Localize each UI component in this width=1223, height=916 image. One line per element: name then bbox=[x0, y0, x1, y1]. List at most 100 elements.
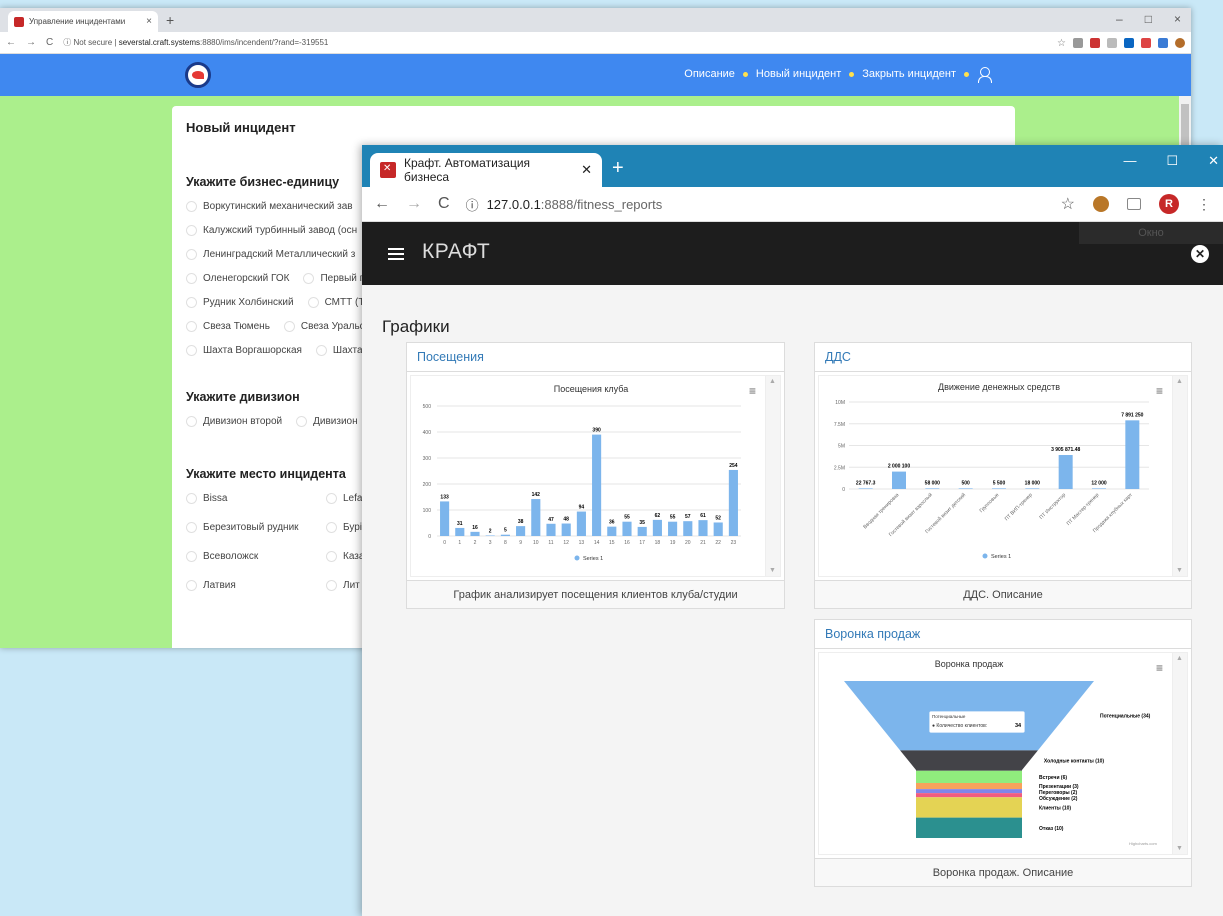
dds-chart-scrollbar[interactable] bbox=[1172, 376, 1187, 576]
info-icon[interactable]: ⓘ bbox=[466, 195, 479, 214]
user-icon[interactable] bbox=[977, 67, 992, 83]
forward-arrow-icon[interactable]: → bbox=[406, 195, 422, 213]
radio-button[interactable] bbox=[186, 416, 197, 427]
business-unit-option[interactable]: Свеза Тюмень bbox=[186, 321, 270, 332]
radio-button[interactable] bbox=[186, 297, 197, 308]
visits-chart-scrollbar[interactable] bbox=[765, 376, 780, 576]
radio-button[interactable] bbox=[307, 297, 319, 308]
radio-button[interactable] bbox=[186, 345, 197, 356]
place-option[interactable]: Латвия bbox=[186, 580, 326, 591]
front-new-tab-button[interactable]: + bbox=[612, 157, 624, 180]
avatar[interactable]: R bbox=[1159, 194, 1179, 214]
chart-menu-icon[interactable]: ≡ bbox=[1156, 384, 1163, 398]
radio-button[interactable] bbox=[186, 249, 197, 260]
star-icon[interactable]: ☆ bbox=[1061, 194, 1075, 214]
extension-icon[interactable] bbox=[1073, 37, 1083, 48]
radio-button[interactable] bbox=[326, 493, 337, 504]
business-unit-option[interactable]: Оленегорский ГОК bbox=[186, 273, 289, 284]
profile-icon[interactable] bbox=[1175, 37, 1185, 48]
option-label: Bissa bbox=[203, 493, 228, 504]
radio-button[interactable] bbox=[326, 522, 337, 533]
browser-menu-icon[interactable]: ⋮ bbox=[1197, 196, 1211, 213]
place-option[interactable]: Березитовый рудник bbox=[186, 522, 326, 533]
back-minimize-button[interactable]: – bbox=[1116, 12, 1123, 26]
x-tick-label: 17 bbox=[639, 540, 645, 546]
dds-card-footer: ДДС. Описание bbox=[815, 580, 1191, 608]
business-unit-option[interactable]: Шахта bbox=[315, 345, 363, 356]
back-new-tab-button[interactable]: + bbox=[166, 12, 174, 28]
radio-button[interactable] bbox=[186, 201, 197, 212]
business-unit-option[interactable]: Калужский турбинный завод (осн bbox=[186, 225, 357, 236]
radio-button[interactable] bbox=[326, 551, 337, 562]
division-option[interactable]: Дивизион bbox=[296, 416, 358, 427]
dds-bar bbox=[925, 488, 940, 489]
radio-button[interactable] bbox=[303, 273, 315, 284]
business-unit-option[interactable]: Первый п bbox=[303, 273, 365, 284]
division-option[interactable]: Дивизион второй bbox=[186, 416, 282, 427]
radio-button[interactable] bbox=[186, 321, 197, 332]
dds-card-title[interactable]: ДДС bbox=[815, 343, 1191, 372]
x-tick-label: ПТ Инструктор bbox=[1038, 492, 1067, 521]
visits-card-title[interactable]: Посещения bbox=[407, 343, 784, 372]
radio-button[interactable] bbox=[283, 321, 295, 332]
business-unit-option[interactable]: Воркутинский механический зав bbox=[186, 201, 353, 212]
back-arrow-icon[interactable]: ← bbox=[374, 195, 390, 213]
x-tick-label: 10 bbox=[533, 540, 539, 546]
front-tab-close-icon[interactable]: ✕ bbox=[581, 162, 592, 178]
severstal-logo-icon[interactable] bbox=[185, 62, 211, 88]
radio-button[interactable] bbox=[186, 551, 197, 562]
chart-menu-icon[interactable]: ≡ bbox=[749, 384, 756, 398]
close-circle-icon[interactable]: ✕ bbox=[1191, 245, 1209, 263]
place-option[interactable]: Bissa bbox=[186, 493, 326, 504]
back-tab[interactable]: Управление инцидентами × bbox=[8, 11, 158, 32]
back-maximize-button[interactable]: □ bbox=[1145, 12, 1152, 26]
cast-icon[interactable] bbox=[1127, 198, 1141, 210]
reload-icon[interactable]: C bbox=[46, 37, 53, 48]
front-tab[interactable]: Крафт. Автоматизация бизнеса ✕ bbox=[370, 153, 602, 187]
dds-bar bbox=[858, 488, 873, 489]
nav-link-description[interactable]: Описание bbox=[684, 68, 735, 80]
business-unit-option[interactable]: Ленинградский Металлический з bbox=[186, 249, 355, 260]
y-tick-label: 200 bbox=[423, 482, 432, 488]
funnel-chart-scrollbar[interactable] bbox=[1172, 653, 1187, 854]
business-unit-option[interactable]: СМТТ (Те bbox=[307, 297, 369, 308]
hamburger-menu-icon[interactable] bbox=[388, 248, 404, 260]
linkedin-icon[interactable] bbox=[1124, 37, 1134, 48]
business-unit-option[interactable]: Свеза Уральск bbox=[283, 321, 369, 332]
dds-chart-svg: Движение денежных средств 0 2.5M 5M 7.5M 10M 2… bbox=[834, 382, 1149, 560]
nav-link-close-incident[interactable]: Закрыть инцидент bbox=[862, 68, 956, 80]
front-maximize-button[interactable]: ☐ bbox=[1166, 153, 1178, 169]
back-close-button[interactable]: × bbox=[1174, 12, 1181, 26]
extension-icon[interactable] bbox=[1093, 196, 1109, 212]
radio-button[interactable] bbox=[186, 493, 197, 504]
y-tick-label: 500 bbox=[423, 404, 432, 410]
funnel-card-title[interactable]: Воронка продаж bbox=[815, 620, 1191, 649]
front-minimize-button[interactable]: — bbox=[1123, 153, 1136, 169]
nav-link-new-incident[interactable]: Новый инцидент bbox=[756, 68, 841, 80]
business-unit-option[interactable]: Рудник Холбинский bbox=[186, 297, 294, 308]
data-label: 36 bbox=[609, 520, 615, 526]
radio-button[interactable] bbox=[186, 522, 197, 533]
forward-arrow-icon[interactable]: → bbox=[26, 37, 36, 48]
chart-menu-icon[interactable]: ≡ bbox=[1156, 661, 1163, 675]
radio-button[interactable] bbox=[186, 580, 197, 591]
radio-button[interactable] bbox=[296, 416, 308, 427]
back-url-field[interactable]: ⓘ Not secure | severstal.craft.systems:8… bbox=[63, 37, 328, 48]
extension-icon[interactable] bbox=[1090, 37, 1100, 48]
extension-icon[interactable] bbox=[1141, 37, 1151, 48]
front-url-field[interactable]: ⓘ 127.0.0.1:8888/fitness_reports bbox=[466, 195, 663, 214]
place-option[interactable]: Всеволожск bbox=[186, 551, 326, 562]
front-close-button[interactable]: ✕ bbox=[1208, 153, 1219, 169]
radio-button[interactable] bbox=[326, 580, 337, 591]
radio-button[interactable] bbox=[186, 225, 197, 236]
radio-button[interactable] bbox=[186, 273, 197, 284]
reload-icon[interactable]: C bbox=[438, 195, 450, 213]
extension-icon[interactable] bbox=[1107, 37, 1117, 48]
radio-button[interactable] bbox=[315, 345, 327, 356]
front-browser-window[interactable]: Крафт. Автоматизация бизнеса ✕ + — ☐ ✕ ←… bbox=[362, 145, 1223, 916]
star-icon[interactable]: ☆ bbox=[1057, 38, 1066, 49]
business-unit-option[interactable]: Шахта Воргашорская bbox=[186, 345, 302, 356]
back-tab-close-icon[interactable]: × bbox=[146, 16, 152, 27]
back-arrow-icon[interactable]: ← bbox=[6, 37, 16, 48]
extension-icon[interactable] bbox=[1158, 37, 1168, 48]
